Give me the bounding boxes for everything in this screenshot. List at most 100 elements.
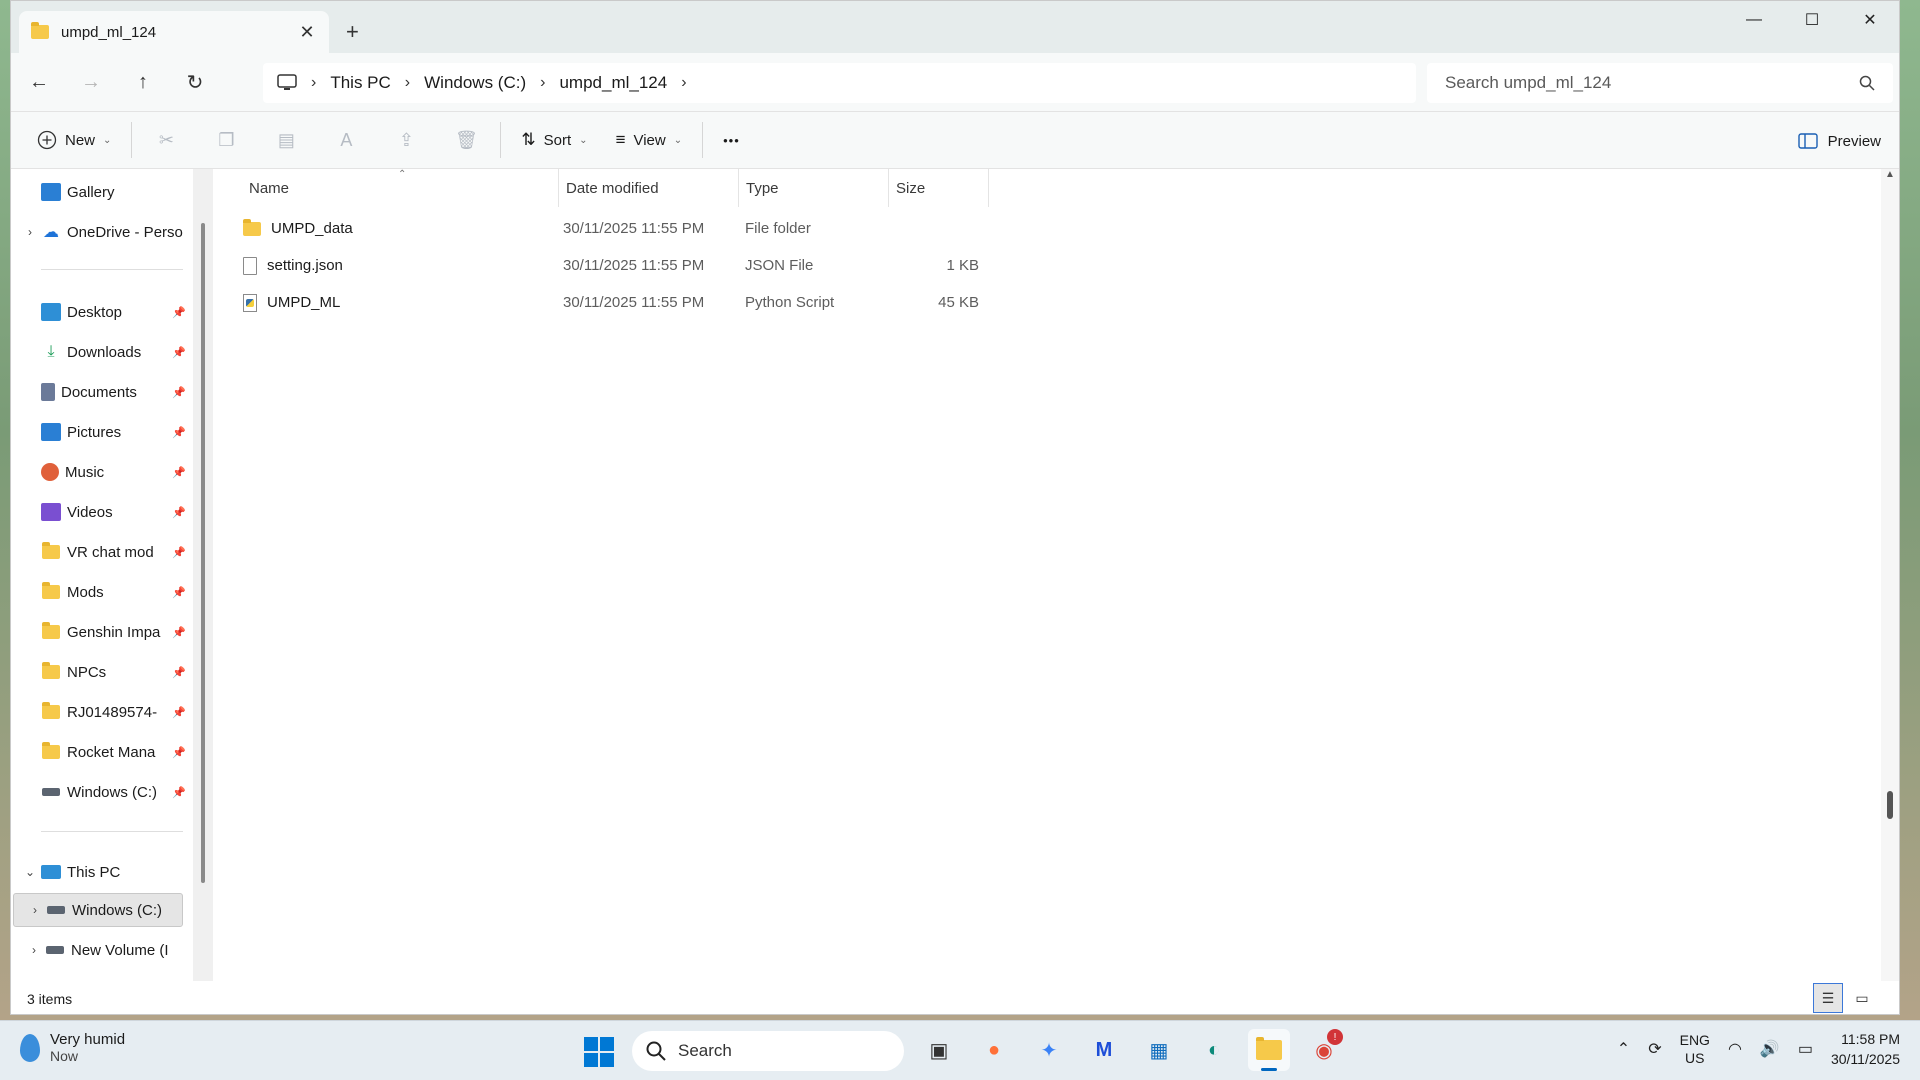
pin-icon[interactable]: 📌 — [171, 626, 187, 639]
chevron-right-icon[interactable]: › — [23, 943, 45, 957]
scroll-up-icon[interactable]: ▲ — [1881, 169, 1899, 180]
sidebar-item-pictures[interactable]: Pictures 📌 — [11, 415, 193, 449]
share-icon[interactable]: ⇪ — [386, 120, 426, 160]
delete-icon[interactable]: 🗑 — [446, 120, 486, 160]
sidebar-item-music[interactable]: Music 📌 — [11, 455, 193, 489]
paste-icon[interactable]: ▤ — [266, 120, 306, 160]
chevron-up-icon[interactable]: ⌃ — [1617, 1039, 1630, 1059]
m-app-icon[interactable]: M — [1083, 1029, 1125, 1071]
file-list-scroll-thumb[interactable] — [1887, 791, 1893, 819]
sidebar-scrollbar[interactable] — [193, 169, 213, 981]
column-header-name[interactable]: Name — [213, 169, 559, 207]
file-list-scrollbar[interactable]: ▲ ▼ — [1881, 169, 1899, 1014]
file-explorer-icon[interactable] — [1248, 1029, 1290, 1071]
taskbar-search[interactable]: Search — [632, 1031, 904, 1071]
sidebar-item-label: New Volume (I — [71, 941, 169, 959]
chevron-down-icon: ⌄ — [673, 134, 683, 146]
pin-icon[interactable]: 📌 — [171, 306, 187, 319]
wifi-icon[interactable]: ◠ — [1728, 1039, 1742, 1059]
chevron-right-icon[interactable]: › — [19, 225, 41, 239]
task-view-icon[interactable]: ▣ — [918, 1029, 960, 1071]
sidebar-item-onedrive[interactable]: › ☁ OneDrive - Perso — [11, 215, 193, 249]
sort-button[interactable]: ⇅ Sort ⌄ — [511, 120, 597, 160]
command-bar: New ⌄ ✂ ❐ ▤ A ⇪ 🗑 ⇅ Sort ⌄ ≡ View ⌄ ••• — [11, 111, 1899, 169]
breadcrumb-windows-c[interactable]: Windows (C:) — [424, 73, 526, 93]
cut-icon[interactable]: ✂ — [146, 120, 186, 160]
pin-icon[interactable]: 📌 — [171, 746, 187, 759]
sidebar-item-rocket-mana[interactable]: Rocket Mana 📌 — [11, 735, 193, 769]
column-header-date-modified[interactable]: Date modified — [559, 169, 739, 207]
firefox-icon[interactable]: ● — [973, 1029, 1015, 1071]
pin-icon[interactable]: 📌 — [171, 506, 187, 519]
breadcrumb-expand-icon[interactable]: › — [681, 74, 686, 92]
tab-umpd-ml-124[interactable]: umpd_ml_124 ✕ — [19, 11, 329, 53]
file-row-setting-json[interactable]: setting.json 30/11/2025 11:55 PM JSON Fi… — [213, 247, 979, 284]
sidebar-item-genshin[interactable]: Genshin Impa 📌 — [11, 615, 193, 649]
chevron-down-icon[interactable]: ⌄ — [19, 865, 41, 879]
back-button[interactable]: ← — [15, 62, 63, 102]
preview-pane-button[interactable]: Preview — [1797, 121, 1881, 161]
file-row-umpd-ml[interactable]: UMPD_ML 30/11/2025 11:55 PM Python Scrip… — [213, 284, 979, 321]
sidebar-item-downloads[interactable]: ⤓ Downloads 📌 — [11, 335, 193, 369]
search-box[interactable]: Search umpd_ml_124 — [1427, 63, 1893, 103]
breadcrumb-current-folder[interactable]: umpd_ml_124 — [559, 73, 667, 93]
volume-icon[interactable]: 🔊 — [1760, 1039, 1780, 1059]
sidebar-item-gallery[interactable]: Gallery — [11, 175, 193, 209]
column-header-type[interactable]: Type — [739, 169, 889, 207]
file-row-umpd-data[interactable]: UMPD_data 30/11/2025 11:55 PM File folde… — [213, 210, 979, 247]
sidebar-item-rj01489574[interactable]: RJ01489574- 📌 — [11, 695, 193, 729]
edge-icon[interactable]: ◐ — [1193, 1029, 1235, 1071]
search-input[interactable]: Search umpd_ml_124 — [1445, 73, 1611, 93]
sidebar-item-npcs[interactable]: NPCs 📌 — [11, 655, 193, 689]
sync-icon[interactable]: ⟳ — [1648, 1039, 1661, 1059]
pin-icon[interactable]: 📌 — [171, 546, 187, 559]
close-window-button[interactable]: ✕ — [1841, 1, 1899, 39]
rename-icon[interactable]: A — [326, 120, 366, 160]
pin-icon[interactable]: 📌 — [171, 666, 187, 679]
start-button[interactable] — [584, 1037, 614, 1067]
copy-icon[interactable]: ❐ — [206, 120, 246, 160]
sidebar-item-windows-c[interactable]: › Windows (C:) — [13, 893, 183, 927]
clock[interactable]: 11:58 PM 30/11/2025 — [1831, 1029, 1900, 1069]
view-button[interactable]: ≡ View ⌄ — [606, 120, 693, 160]
store-icon[interactable]: ▦ — [1138, 1029, 1180, 1071]
folder-icon — [243, 218, 261, 236]
sidebar-item-desktop[interactable]: Desktop 📌 — [11, 295, 193, 329]
minimize-button[interactable]: — — [1725, 1, 1783, 39]
weather-widget[interactable]: Very humid Now — [20, 1031, 125, 1064]
sidebar-item-vr-chat-mod[interactable]: VR chat mod 📌 — [11, 535, 193, 569]
chevron-right-icon[interactable]: › — [24, 903, 46, 917]
maximize-button[interactable]: ☐ — [1783, 1, 1841, 39]
sidebar-item-videos[interactable]: Videos 📌 — [11, 495, 193, 529]
pin-icon[interactable]: 📌 — [171, 386, 187, 399]
sidebar-item-this-pc[interactable]: ⌄ This PC — [11, 855, 193, 889]
pin-icon[interactable]: 📌 — [171, 586, 187, 599]
tab-close-icon[interactable]: ✕ — [297, 22, 317, 43]
new-tab-button[interactable]: + — [346, 19, 359, 45]
tiles-view-icon[interactable]: ▭ — [1847, 983, 1877, 1013]
sidebar-scroll-thumb[interactable] — [201, 223, 205, 883]
sidebar-item-documents[interactable]: Documents 📌 — [11, 375, 193, 409]
sidebar-item-new-volume[interactable]: › New Volume (I — [11, 933, 193, 967]
pin-icon[interactable]: 📌 — [171, 786, 187, 799]
sidebar-item-mods[interactable]: Mods 📌 — [11, 575, 193, 609]
language-indicator[interactable]: ENG US — [1680, 1031, 1710, 1067]
chrome-icon[interactable]: ◉ ! — [1303, 1029, 1345, 1071]
battery-icon[interactable]: ▭ — [1798, 1039, 1813, 1059]
breadcrumb-this-pc[interactable]: This PC — [330, 73, 390, 93]
new-button[interactable]: New ⌄ — [27, 120, 121, 160]
pin-icon[interactable]: 📌 — [171, 346, 187, 359]
sidebar-item-windows-c-pinned[interactable]: Windows (C:) 📌 — [11, 775, 193, 809]
see-more-button[interactable]: ••• — [713, 120, 750, 160]
details-view-icon[interactable]: ☰ — [1813, 983, 1843, 1013]
copilot-icon[interactable]: ✦ — [1028, 1029, 1070, 1071]
refresh-button[interactable]: ↻ — [171, 62, 219, 102]
pin-icon[interactable]: 📌 — [171, 466, 187, 479]
address-bar[interactable]: › This PC › Windows (C:) › umpd_ml_124 › — [263, 63, 1416, 103]
forward-button[interactable]: → — [67, 62, 115, 102]
column-header-size[interactable]: Size — [889, 169, 989, 207]
up-button[interactable]: ↑ — [119, 62, 167, 102]
pin-icon[interactable]: 📌 — [171, 426, 187, 439]
sidebar-item-label: Windows (C:) — [67, 783, 158, 801]
pin-icon[interactable]: 📌 — [171, 706, 187, 719]
